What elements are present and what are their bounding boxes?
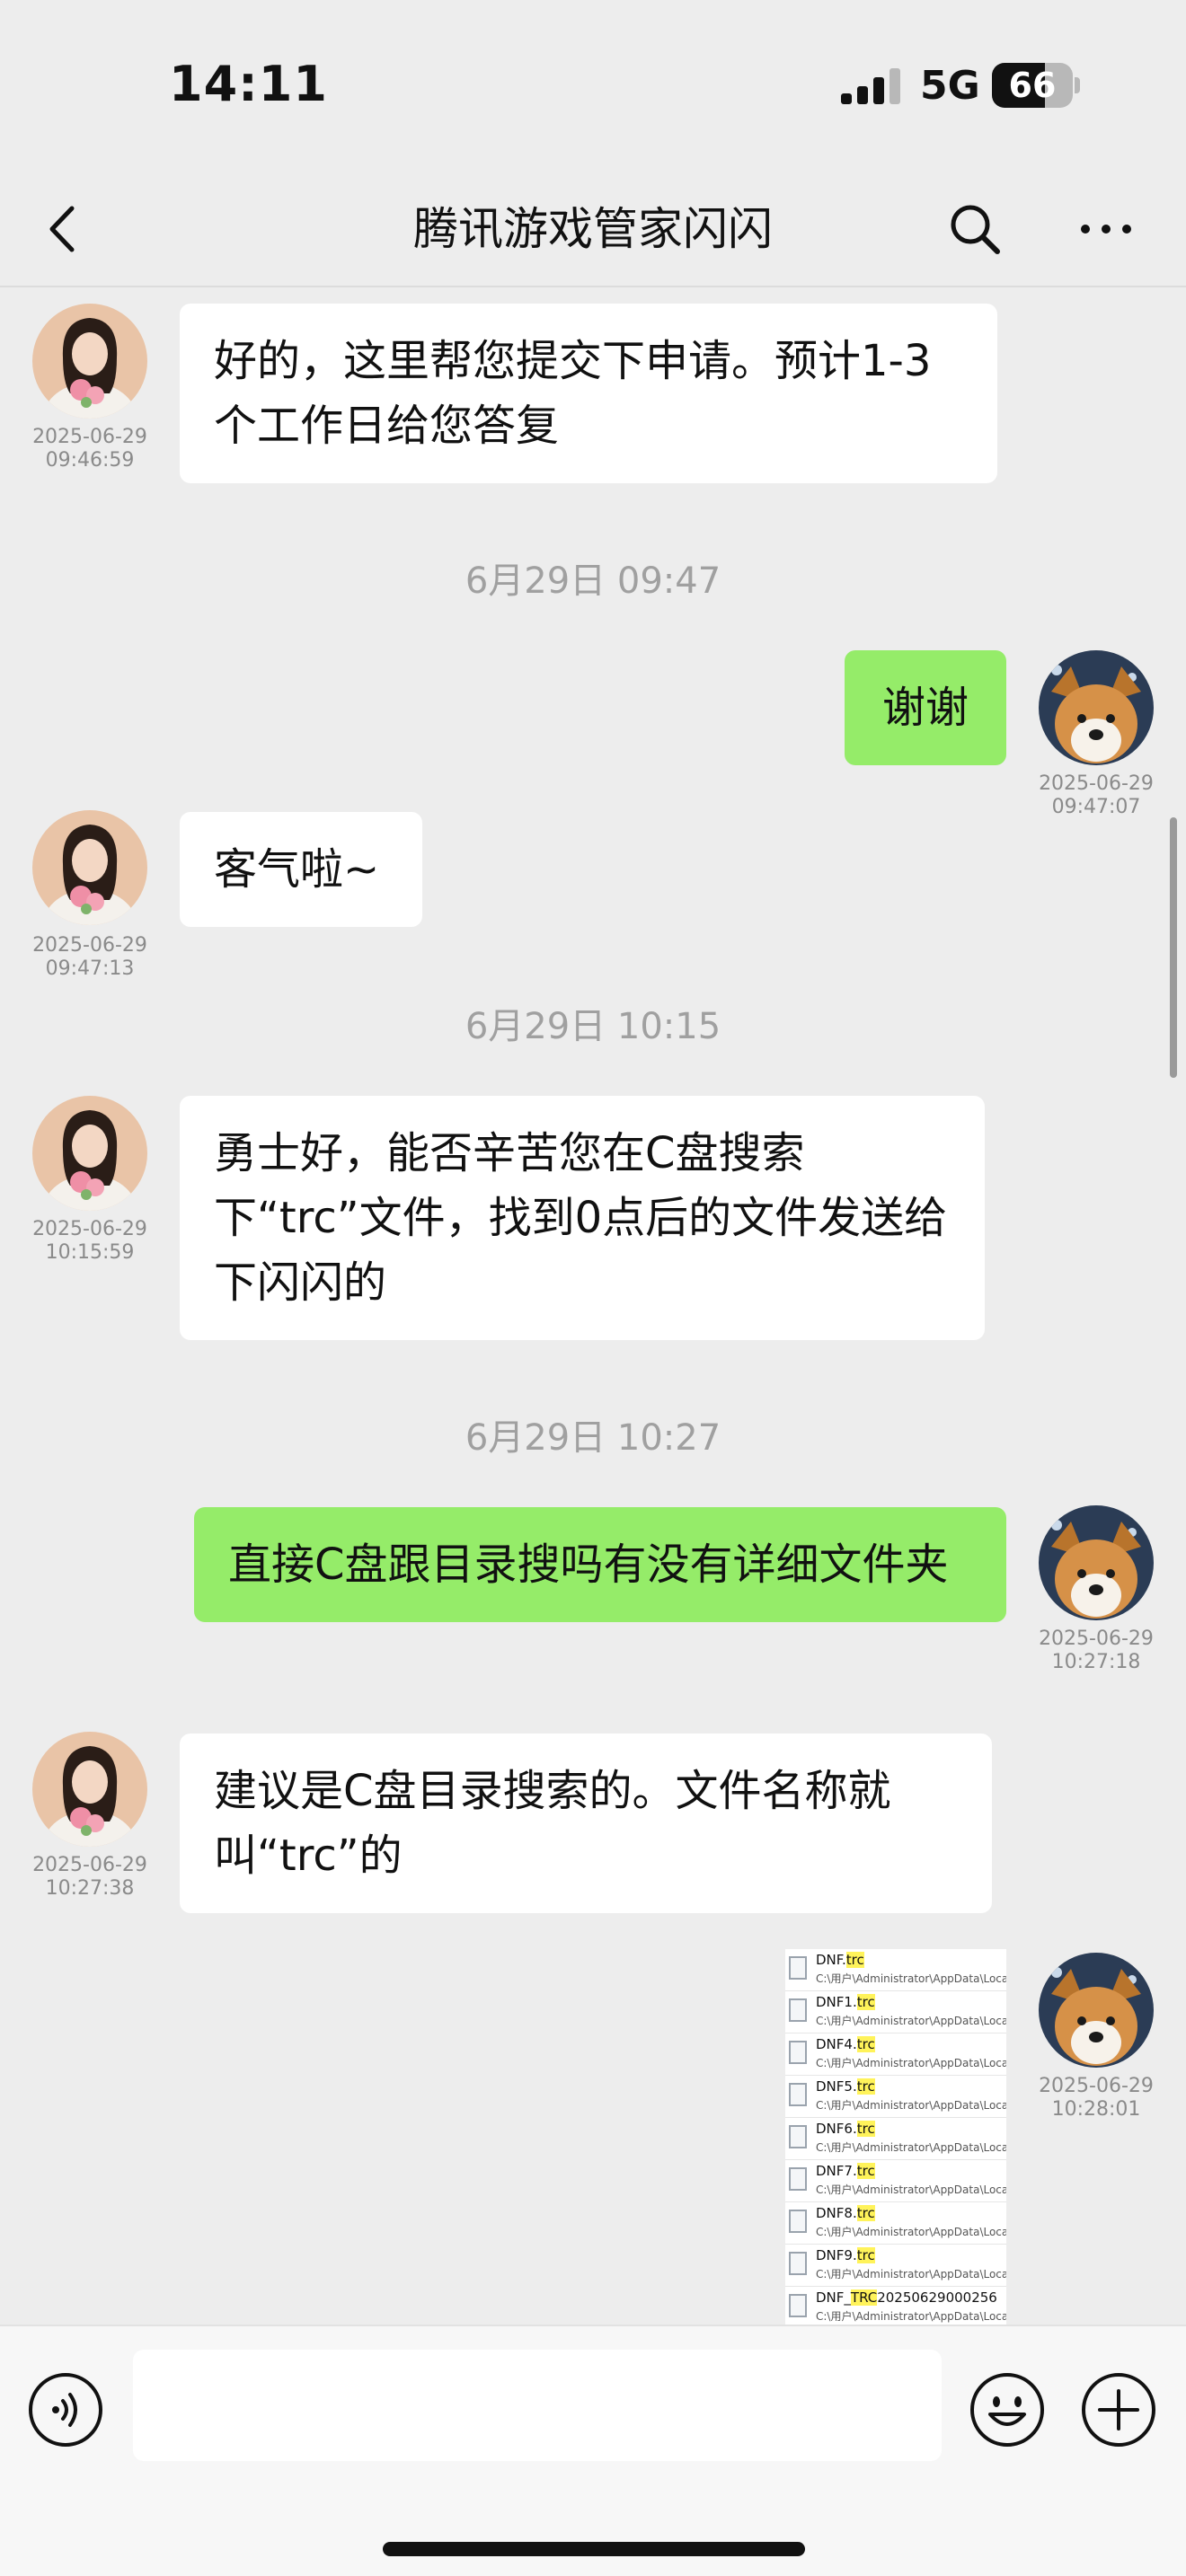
- message-timestamp: 2025-06-29 10:15:59: [32, 1218, 147, 1264]
- file-path: C:\用户\Administrator\AppData\LocalL: [816, 2015, 1006, 2027]
- file-path: C:\用户\Administrator\AppData\LocalL: [816, 2141, 1006, 2154]
- message-timestamp: 2025-06-29 09:47:13: [32, 934, 147, 980]
- message-bubble-incoming[interactable]: 勇士好，能否辛苦您在C盘搜索下“trc”文件，找到0点后的文件发送给下闪闪的: [180, 1096, 985, 1340]
- file-name: DNF5.trc: [816, 2078, 875, 2095]
- file-icon: [789, 2210, 807, 2233]
- message-timestamp: 2025-06-29 10:28:01: [1039, 2075, 1154, 2121]
- battery-level: 66: [1008, 66, 1057, 105]
- battery-tip: [1075, 77, 1080, 93]
- file-list-row: DNF.trc C:\用户\Administrator\AppData\Local…: [785, 1949, 1006, 1991]
- message-timestamp: 2025-06-29 09:46:59: [32, 426, 147, 472]
- file-path: C:\用户\Administrator\AppData\LocalL: [816, 2310, 1006, 2323]
- file-path: C:\用户\Administrator\AppData\LocalL: [816, 2057, 1006, 2069]
- message-bubble-outgoing[interactable]: 直接C盘跟目录搜吗有没有详细文件夹: [194, 1507, 1006, 1622]
- message-list[interactable]: 2025-06-29 09:46:59 好的，这里帮您提交下申请。预计1-3个工…: [0, 287, 1186, 2325]
- voice-button[interactable]: [27, 2371, 104, 2448]
- file-list-row: DNF6.trc C:\用户\Administrator\AppData\Loca…: [785, 2118, 1006, 2160]
- file-path: C:\用户\Administrator\AppData\LocalL: [816, 1972, 1006, 1985]
- more-icon: [1081, 225, 1131, 234]
- voice-icon: [29, 2373, 102, 2447]
- time-divider: 6月29日 10:15: [465, 1006, 721, 1047]
- message-timestamp: 2025-06-29 09:47:07: [1039, 772, 1154, 818]
- message-timestamp: 2025-06-29 10:27:38: [32, 1854, 147, 1900]
- file-list-row: DNF7.trc C:\用户\Administrator\AppData\Loca…: [785, 2160, 1006, 2202]
- status-time: 14:11: [169, 56, 328, 112]
- file-icon: [789, 1956, 807, 1980]
- search-button[interactable]: [943, 198, 1006, 260]
- file-list-row: DNF4.trc C:\用户\Administrator\AppData\Loca…: [785, 2033, 1006, 2076]
- file-icon: [789, 2125, 807, 2148]
- file-list-row: DNF9.trc C:\用户\Administrator\AppData\Loca…: [785, 2245, 1006, 2287]
- search-icon: [951, 205, 1000, 254]
- user-avatar[interactable]: [1039, 1953, 1154, 2068]
- file-list-row: DNF_TRC20250629000256 C:\用户\Administrator…: [785, 2287, 1006, 2325]
- network-type: 5G: [920, 63, 980, 109]
- user-avatar[interactable]: [1039, 1505, 1154, 1620]
- file-path: C:\用户\Administrator\AppData\LocalL: [816, 2099, 1006, 2112]
- file-icon: [789, 2083, 807, 2106]
- file-path: C:\用户\Administrator\AppData\LocalL: [816, 2183, 1006, 2196]
- image-message-file-list[interactable]: DNF.trc C:\用户\Administrator\AppData\Local…: [785, 1949, 1006, 2325]
- emoji-icon: [970, 2373, 1044, 2447]
- message-bubble-incoming[interactable]: 好的，这里帮您提交下申请。预计1-3个工作日给您答复: [180, 304, 997, 483]
- agent-avatar[interactable]: [32, 1096, 147, 1211]
- cellular-signal-icon: [841, 68, 900, 104]
- plus-icon: [1082, 2373, 1155, 2447]
- more-button[interactable]: [1075, 198, 1137, 260]
- chat-header: 腾讯游戏管家闪闪: [0, 171, 1186, 287]
- input-bar: [0, 2325, 1186, 2576]
- time-divider: 6月29日 09:47: [465, 560, 721, 602]
- agent-avatar[interactable]: [32, 1732, 147, 1847]
- plus-button[interactable]: [1080, 2371, 1157, 2448]
- message-timestamp: 2025-06-29 10:27:18: [1039, 1628, 1154, 1673]
- file-icon: [789, 1998, 807, 2022]
- chat-title: 腾讯游戏管家闪闪: [413, 203, 773, 255]
- agent-avatar[interactable]: [32, 810, 147, 925]
- file-list-row: DNF8.trc C:\用户\Administrator\AppData\Loca…: [785, 2202, 1006, 2245]
- file-path: C:\用户\Administrator\AppData\LocalL: [816, 2226, 1006, 2238]
- file-name: DNF6.trc: [816, 2121, 875, 2137]
- file-name: DNF4.trc: [816, 2036, 875, 2052]
- file-name: DNF9.trc: [816, 2247, 875, 2263]
- scrollbar[interactable]: [1170, 817, 1177, 1078]
- back-button[interactable]: [36, 198, 99, 260]
- file-icon: [789, 2294, 807, 2317]
- file-name: DNF_TRC20250629000256: [816, 2289, 997, 2306]
- status-bar: 14:11 5G 66: [0, 0, 1186, 171]
- file-list-row: DNF5.trc C:\用户\Administrator\AppData\Loca…: [785, 2076, 1006, 2118]
- file-icon: [789, 2041, 807, 2064]
- file-name: DNF7.trc: [816, 2163, 875, 2179]
- file-name: DNF.trc: [816, 1952, 864, 1968]
- battery-icon: 66: [992, 63, 1073, 108]
- message-bubble-outgoing[interactable]: 谢谢: [845, 650, 1006, 765]
- home-indicator[interactable]: [383, 2542, 805, 2556]
- file-name: DNF1.trc: [816, 1994, 875, 2010]
- file-name: DNF8.trc: [816, 2205, 875, 2221]
- message-bubble-incoming[interactable]: 客气啦~: [180, 812, 422, 927]
- chevron-left-icon: [49, 206, 75, 252]
- file-icon: [789, 2252, 807, 2275]
- agent-avatar[interactable]: [32, 304, 147, 419]
- message-input[interactable]: [133, 2350, 942, 2461]
- emoji-button[interactable]: [969, 2371, 1046, 2448]
- user-avatar[interactable]: [1039, 650, 1154, 765]
- file-list-row: DNF1.trc C:\用户\Administrator\AppData\Loca…: [785, 1991, 1006, 2033]
- file-icon: [789, 2167, 807, 2191]
- time-divider: 6月29日 10:27: [465, 1417, 721, 1459]
- file-path: C:\用户\Administrator\AppData\LocalL: [816, 2268, 1006, 2280]
- message-bubble-incoming[interactable]: 建议是C盘目录搜索的。文件名称就叫“trc”的: [180, 1734, 992, 1913]
